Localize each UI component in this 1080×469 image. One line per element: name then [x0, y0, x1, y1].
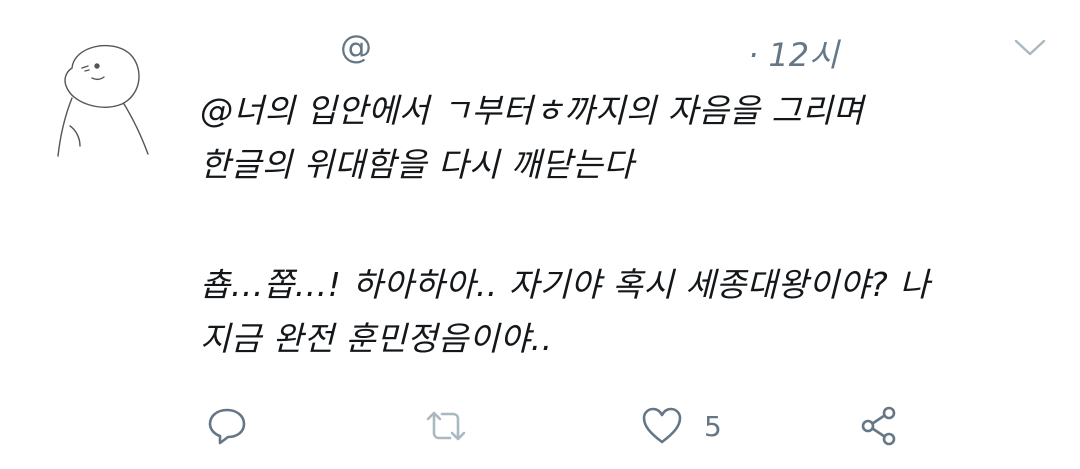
tweet-line: 지금 완전 훈민정음이야.. [200, 319, 553, 358]
chevron-down-icon[interactable] [1013, 36, 1047, 58]
timestamp[interactable]: · 12시 [748, 30, 839, 76]
tweet: @ · 12시 @너의 입안에서 ㄱ부터ㅎ까지의 자음을 그리며 한글의 위대함… [0, 0, 1080, 469]
tweet-text: @너의 입안에서 ㄱ부터ㅎ까지의 자음을 그리며 한글의 위대함을 다시 깨닫는… [200, 84, 1060, 366]
share-button[interactable] [858, 398, 902, 454]
retweet-button[interactable] [422, 398, 470, 454]
tweet-line: @너의 입안에서 ㄱ부터ㅎ까지의 자음을 그리며 [200, 91, 864, 130]
share-icon [861, 406, 896, 446]
reply-button[interactable] [206, 398, 248, 454]
avatar[interactable] [52, 38, 152, 158]
tweet-line: 춉...쫍...! 하아하아.. 자기야 혹시 세종대왕이야? 나 [200, 265, 931, 304]
like-button[interactable]: 5 [640, 398, 722, 454]
action-bar: 5 [200, 398, 1060, 454]
heart-icon [642, 407, 682, 444]
tweet-header: @ · 12시 [200, 22, 1080, 74]
user-handle[interactable]: @ [340, 28, 372, 66]
tweet-line: 한글의 위대함을 다시 깨닫는다 [200, 145, 635, 184]
reply-icon [208, 408, 246, 445]
like-count: 5 [704, 409, 722, 443]
retweet-icon [426, 411, 466, 441]
